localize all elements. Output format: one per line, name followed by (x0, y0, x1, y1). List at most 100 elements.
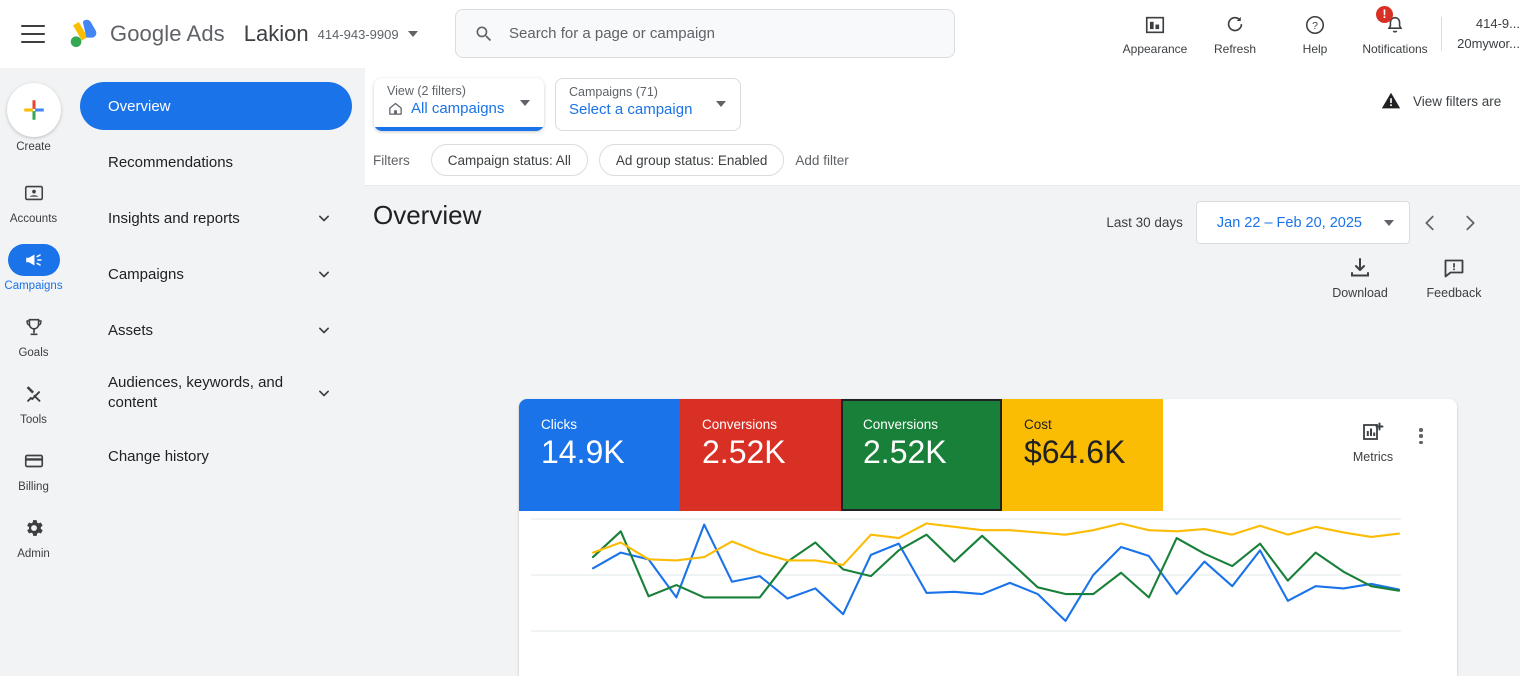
scorecard-clicks[interactable]: Clicks 14.9K (519, 399, 680, 511)
campaign-selector[interactable]: Campaigns (71) Select a campaign (555, 78, 741, 131)
account-summary-email: 20mywor... (1457, 36, 1520, 51)
create-button[interactable]: Create (0, 83, 67, 153)
account-chevron-down-icon[interactable] (407, 31, 418, 37)
warning-triangle-icon (1381, 92, 1401, 109)
rail-label-accounts: Accounts (9, 213, 58, 225)
scorecard-conversions-green[interactable]: Conversions 2.52K (841, 399, 1002, 511)
add-filter-button[interactable]: Add filter (795, 153, 848, 168)
campaign-selector-chevron-down-icon[interactable] (716, 101, 726, 107)
refresh-icon (1224, 13, 1246, 37)
nav-label-change-history: Change history (108, 447, 209, 465)
chevron-right-icon (1466, 215, 1475, 230)
campaigns-megaphone-icon (7, 244, 60, 276)
nav-label-assets: Assets (108, 321, 154, 339)
refresh-button[interactable]: Refresh (1195, 13, 1275, 56)
refresh-label: Refresh (1213, 41, 1257, 56)
nav-item-change-history[interactable]: Change history (80, 432, 352, 480)
metrics-area: Metrics (1327, 399, 1457, 511)
billing-card-icon (8, 445, 60, 477)
date-range-value: Jan 22 – Feb 20, 2025 (1216, 214, 1362, 231)
nav-label-insights-and-reports: Insights and reports (108, 209, 240, 227)
help-icon: ? (1304, 13, 1326, 37)
notifications-label: Notifications (1362, 41, 1428, 56)
chevron-down-icon[interactable] (314, 208, 334, 228)
view-selector-chevron-down-icon[interactable] (520, 100, 530, 106)
card-more-vert-icon[interactable] (1411, 426, 1431, 446)
rail-item-billing[interactable]: Billing (0, 445, 67, 493)
date-range-picker[interactable]: Jan 22 – Feb 20, 2025 (1195, 201, 1410, 244)
appearance-icon (1144, 13, 1166, 37)
feedback-icon (1444, 259, 1464, 278)
hamburger-menu-icon[interactable] (21, 25, 45, 43)
nav-item-overview[interactable]: Overview (80, 82, 352, 130)
page-title: Overview (373, 200, 482, 230)
scorecards-row: Clicks 14.9K Conversions 2.52K Conversio… (519, 399, 1457, 511)
view-selector[interactable]: View (2 filters) All campaigns (374, 78, 544, 131)
rail-item-tools[interactable]: Tools (0, 378, 67, 426)
nav-item-audiences-keywords-and-content[interactable]: Audiences, keywords, and content (80, 362, 352, 424)
date-range-controls: Last 30 days Jan 22 – Feb 20, 2025 (1106, 201, 1490, 244)
account-summary-id: 414-9... (1475, 15, 1520, 31)
admin-gear-icon (8, 512, 60, 544)
campaign-selector-title: Campaigns (71) (569, 85, 658, 99)
previous-period-button[interactable] (1410, 203, 1450, 243)
filter-chip-ad-group-status-label: Ad group status: Enabled (615, 152, 768, 168)
nav-item-assets[interactable]: Assets (80, 306, 352, 354)
date-range-preset-label: Last 30 days (1106, 215, 1183, 230)
brand-area[interactable]: Google Ads Lakion 414-943-9909 (67, 19, 418, 49)
nav-item-recommendations[interactable]: Recommendations (80, 138, 352, 186)
nav-label-recommendations: Recommendations (108, 153, 234, 171)
tools-wrench-icon (8, 378, 60, 410)
rail-label-tools: Tools (20, 414, 47, 426)
search-input[interactable]: Search for a page or campaign (455, 9, 955, 58)
notification-badge: ! (1376, 5, 1393, 23)
download-icon (1351, 258, 1369, 277)
date-range-chevron-down-icon[interactable] (1384, 219, 1394, 226)
chevron-down-icon[interactable] (314, 320, 334, 340)
nav-label-campaigns: Campaigns (108, 265, 184, 283)
header-divider (1441, 17, 1442, 51)
scorecard-conversions-red-value: 2.52K (702, 434, 786, 470)
rail-item-goals[interactable]: Goals (0, 311, 67, 359)
nav-item-campaigns[interactable]: Campaigns (80, 250, 352, 298)
feedback-button[interactable]: Feedback (1407, 256, 1501, 300)
rail-item-campaigns[interactable]: Campaigns (0, 244, 67, 292)
notifications-button[interactable]: ! Notifications (1355, 5, 1435, 56)
scorecard-clicks-value: 14.9K (541, 434, 625, 470)
account-summary[interactable]: 414-9... 20mywor... (1448, 14, 1520, 54)
section-nav-panel: Overview Recommendations Insights and re… (67, 68, 365, 676)
scorecard-cost-key: Cost (1024, 417, 1052, 432)
header-tool-buttons: Appearance Refresh ? Help ! Notification… (1115, 0, 1520, 68)
scorecard-conversions-green-key: Conversions (863, 417, 939, 432)
brand-title: Google Ads (110, 21, 225, 46)
rail-label-billing: Billing (18, 481, 49, 493)
filter-chip-campaign-status-label: Campaign status: All (447, 152, 571, 168)
main-content: View (2 filters) All campaigns Campaigns… (365, 68, 1520, 676)
download-label: Download (1332, 286, 1388, 300)
next-period-button[interactable] (1450, 203, 1490, 243)
account-name: Lakion (243, 21, 309, 46)
scorecard-conversions-red[interactable]: Conversions 2.52K (680, 399, 841, 511)
nav-label-overview: Overview (108, 97, 171, 115)
scorecard-cost[interactable]: Cost $64.6K (1002, 399, 1163, 511)
nav-item-insights-and-reports[interactable]: Insights and reports (80, 194, 352, 242)
metrics-button[interactable]: Metrics (1341, 421, 1405, 464)
chevron-down-icon[interactable] (314, 264, 334, 284)
download-button[interactable]: Download (1313, 256, 1407, 300)
rail-item-accounts[interactable]: Accounts (0, 177, 67, 225)
google-ads-logo-icon (70, 19, 97, 47)
top-header: Google Ads Lakion 414-943-9909 Search fo… (0, 0, 1520, 68)
search-placeholder: Search for a page or campaign (509, 25, 715, 42)
rail-label-goals: Goals (18, 347, 49, 359)
help-button[interactable]: ? Help (1275, 13, 1355, 56)
view-selector-value: All campaigns (411, 100, 505, 117)
chevron-down-icon[interactable] (314, 383, 334, 403)
filter-zone: View (2 filters) All campaigns Campaigns… (365, 68, 1520, 186)
bell-icon: ! (1376, 5, 1406, 37)
filter-chip-ad-group-status[interactable]: Ad group status: Enabled (598, 144, 785, 176)
filter-chip-campaign-status[interactable]: Campaign status: All (430, 144, 588, 176)
help-label: Help (1302, 41, 1328, 56)
appearance-button[interactable]: Appearance (1115, 13, 1195, 56)
rail-item-admin[interactable]: Admin (0, 512, 67, 560)
chevron-left-icon (1425, 215, 1434, 230)
